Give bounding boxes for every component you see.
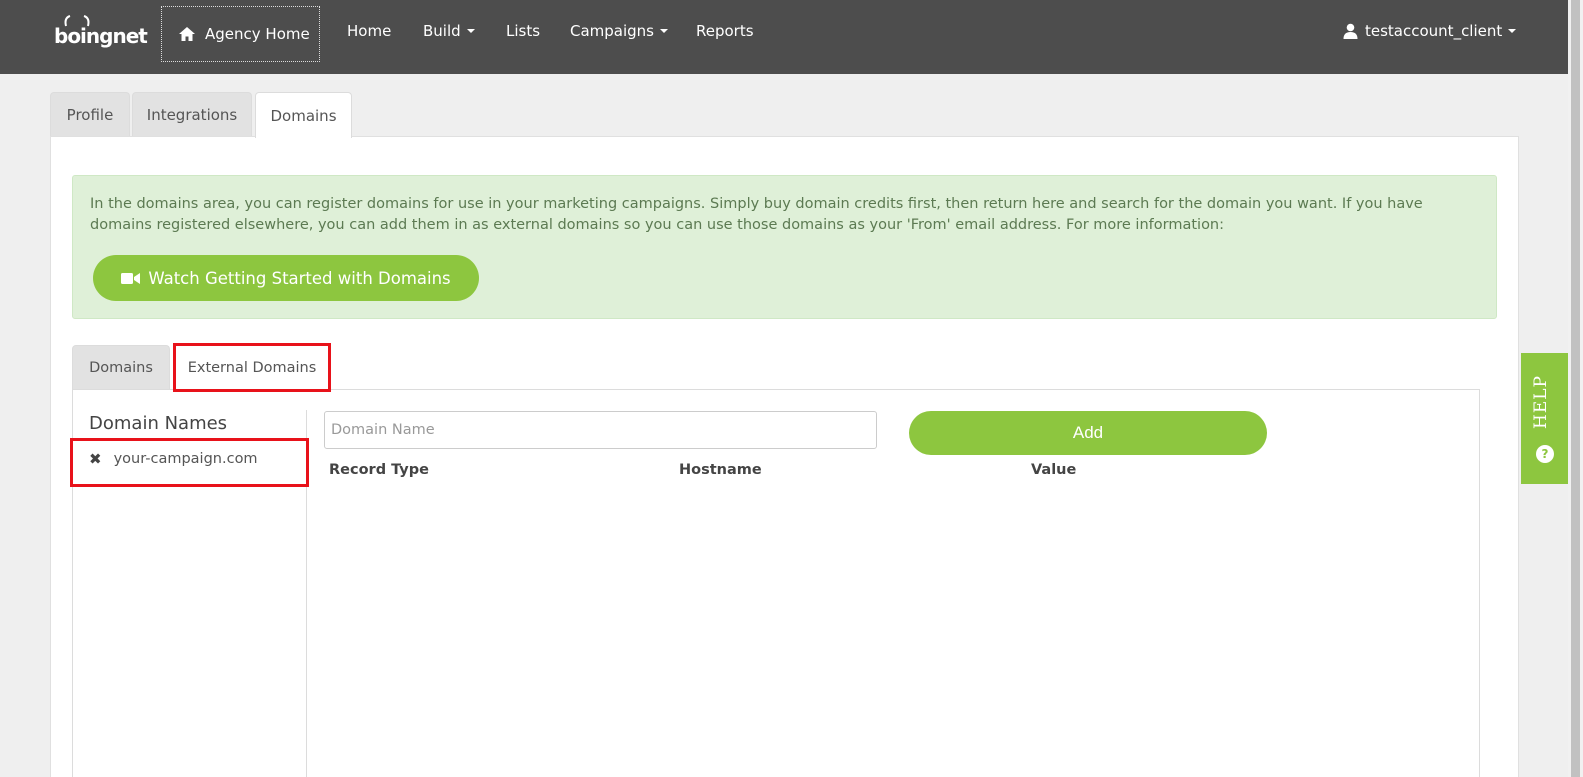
nav-reports[interactable]: Reports <box>696 22 754 40</box>
column-hostname: Hostname <box>679 462 762 478</box>
nav-campaigns[interactable]: Campaigns <box>570 22 669 40</box>
watch-button-label: Watch Getting Started with Domains <box>148 268 451 288</box>
column-value: Value <box>1031 462 1077 478</box>
alert-text: In the domains area, you can register do… <box>90 196 1423 233</box>
agency-home-label: Agency Home <box>205 25 310 43</box>
user-name: testaccount_client <box>1365 22 1503 40</box>
chevron-down-icon <box>466 29 475 33</box>
tab-profile[interactable]: Profile <box>50 92 130 137</box>
domain-name-input[interactable] <box>324 411 877 449</box>
user-icon <box>1343 23 1358 39</box>
add-button[interactable]: Add <box>909 411 1267 455</box>
domain-names-heading: Domain Names <box>89 413 228 434</box>
column-record-type: Record Type <box>329 462 429 478</box>
nav-build-label: Build <box>423 22 461 40</box>
info-alert: In the domains area, you can register do… <box>72 175 1497 319</box>
tab-integrations[interactable]: Integrations <box>132 92 252 137</box>
nav-home[interactable]: Home <box>347 22 391 40</box>
list-item-domain[interactable]: ✖ your-campaign.com <box>89 450 258 468</box>
home-icon <box>179 27 195 41</box>
help-tab[interactable]: HELP ? <box>1521 353 1568 484</box>
boingnet-logo[interactable]: boingnet <box>54 14 148 48</box>
watch-getting-started-button[interactable]: Watch Getting Started with Domains <box>93 255 479 301</box>
video-camera-icon <box>121 272 141 284</box>
agency-home-button[interactable]: Agency Home <box>161 6 320 62</box>
tab-external-domains[interactable]: External Domains <box>173 345 331 390</box>
tab-domains[interactable]: Domains <box>255 92 352 138</box>
nav-campaigns-label: Campaigns <box>570 22 655 40</box>
nav-lists[interactable]: Lists <box>506 22 540 40</box>
page-scrollbar[interactable] <box>1568 0 1583 777</box>
remove-icon[interactable]: ✖ <box>89 450 102 468</box>
question-icon: ? <box>1536 445 1554 463</box>
nav-build[interactable]: Build <box>423 22 475 40</box>
help-label: HELP <box>1531 375 1551 429</box>
logo-text: boingnet <box>54 24 148 48</box>
chevron-down-icon <box>1508 29 1517 33</box>
chevron-down-icon <box>660 29 669 33</box>
user-menu[interactable]: testaccount_client <box>1343 22 1517 40</box>
scrollbar-thumb[interactable] <box>1571 0 1580 777</box>
top-navbar: boingnet Agency Home Home Build Lists Ca… <box>0 0 1568 74</box>
domain-name-text: your-campaign.com <box>113 451 258 467</box>
tab-inner-domains[interactable]: Domains <box>72 345 170 390</box>
